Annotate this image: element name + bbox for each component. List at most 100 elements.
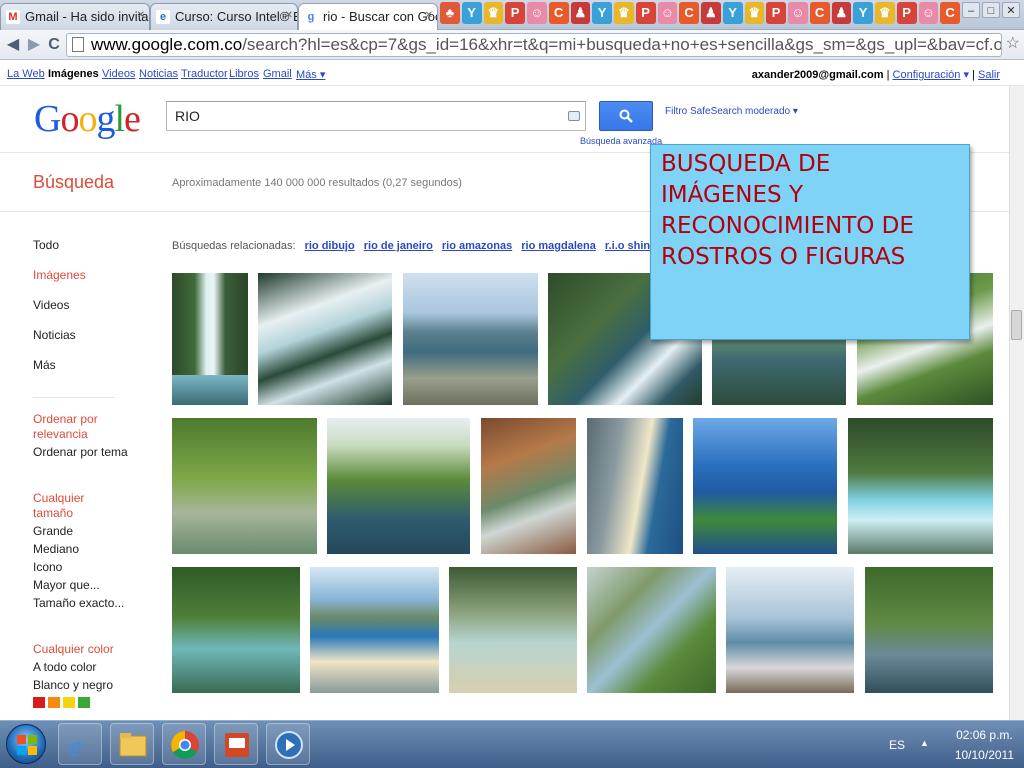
- image-result[interactable]: [310, 567, 439, 693]
- google-nav-bar: La Web Imágenes Videos Noticias Traducto…: [0, 61, 1024, 86]
- search-button[interactable]: [599, 101, 653, 131]
- related-link[interactable]: rio magdalena: [521, 240, 596, 252]
- settings-arrow-icon[interactable]: ▾: [963, 69, 969, 81]
- sidebar-item-all[interactable]: Todo: [33, 238, 59, 252]
- size-filter-header[interactable]: Cualquier tamaño: [33, 491, 93, 521]
- settings-link[interactable]: Configuración: [893, 69, 961, 81]
- image-result[interactable]: [848, 418, 993, 554]
- internet-explorer-icon[interactable]: e: [58, 723, 102, 765]
- size-larger-than[interactable]: Mayor que...: [33, 578, 100, 592]
- close-icon[interactable]: ✕: [285, 10, 293, 21]
- sidebar-item-news[interactable]: Noticias: [33, 328, 76, 342]
- image-result[interactable]: [172, 273, 248, 405]
- baby-icon: ☺: [527, 2, 547, 24]
- reload-icon[interactable]: C: [44, 34, 64, 56]
- maximize-icon[interactable]: □: [982, 2, 1000, 18]
- related-link[interactable]: rio dibujo: [305, 240, 355, 252]
- color-bw[interactable]: Blanco y negro: [33, 678, 113, 692]
- sidebar-item-more[interactable]: Más: [33, 358, 56, 372]
- color-swatch[interactable]: [33, 697, 45, 708]
- address-input[interactable]: www.google.com.co/search?hl=es&cp=7&gs_i…: [66, 33, 1002, 57]
- sidebar-item-images[interactable]: Imágenes: [33, 268, 86, 282]
- image-result[interactable]: [726, 567, 854, 693]
- window-controls: – □ ✕: [962, 2, 1020, 18]
- bookmark-star-icon[interactable]: ☆: [1006, 33, 1020, 53]
- language-indicator[interactable]: ES: [889, 738, 905, 752]
- vertical-scrollbar[interactable]: [1009, 86, 1024, 720]
- letter-c-icon: C: [940, 2, 960, 24]
- annotation-line: RECONOCIMIENTO DE: [661, 213, 914, 239]
- sidebar-item-videos[interactable]: Videos: [33, 298, 69, 312]
- screen: M Gmail - Ha sido invita ✕ e Curso: Curs…: [0, 0, 1024, 768]
- media-player-icon[interactable]: [266, 723, 310, 765]
- google-logo[interactable]: Google: [34, 97, 141, 141]
- trophy-icon: ♛: [744, 2, 765, 24]
- related-searches: Búsquedas relacionadas: rio dibujo rio d…: [172, 240, 673, 252]
- tab-curso-intel[interactable]: e Curso: Curso Intel® Es ✕: [150, 3, 298, 30]
- image-result[interactable]: [327, 418, 470, 554]
- safesearch-dropdown[interactable]: Filtro SafeSearch moderado ▾: [665, 106, 798, 117]
- image-result[interactable]: [481, 418, 576, 554]
- tray-arrow-icon[interactable]: ▲: [920, 738, 929, 748]
- tab-gmail[interactable]: M Gmail - Ha sido invita ✕: [0, 3, 150, 30]
- tab-label: Gmail - Ha sido invita: [25, 9, 149, 24]
- related-link[interactable]: rio amazonas: [442, 240, 512, 252]
- gbar-link-more[interactable]: Más ▾: [296, 68, 325, 81]
- annotation-line: BUSQUEDA DE: [661, 151, 831, 177]
- image-result[interactable]: [172, 418, 317, 554]
- size-icon[interactable]: Icono: [33, 560, 62, 574]
- image-result[interactable]: [865, 567, 993, 693]
- sidebar-divider: [33, 397, 115, 398]
- search-input[interactable]: RIO: [166, 101, 586, 131]
- color-swatch[interactable]: [78, 697, 90, 708]
- image-result[interactable]: [172, 567, 300, 693]
- scrollbar-thumb[interactable]: [1011, 310, 1022, 340]
- minimize-icon[interactable]: –: [962, 2, 980, 18]
- image-result[interactable]: [449, 567, 577, 693]
- letter-c-icon: C: [548, 2, 569, 24]
- gbar-link-images[interactable]: Imágenes: [48, 68, 99, 80]
- image-result[interactable]: [403, 273, 538, 405]
- gmail-icon: M: [6, 10, 20, 24]
- size-exact[interactable]: Tamaño exacto...: [33, 596, 124, 610]
- image-result[interactable]: [258, 273, 392, 405]
- clock[interactable]: 02:06 p.m. 10/10/2011: [955, 728, 1014, 762]
- sort-relevance-header[interactable]: Ordenar por relevancia: [33, 412, 105, 442]
- gbar-link-gmail[interactable]: Gmail: [263, 68, 292, 80]
- color-swatch[interactable]: [48, 697, 60, 708]
- letter-c-icon: C: [809, 2, 830, 24]
- size-large[interactable]: Grande: [33, 524, 73, 538]
- page-icon: [72, 37, 84, 52]
- windows-start-icon[interactable]: [6, 724, 46, 764]
- image-result[interactable]: [587, 418, 683, 554]
- image-result[interactable]: [587, 567, 716, 693]
- chrome-icon[interactable]: [162, 723, 206, 765]
- file-explorer-icon[interactable]: [110, 723, 154, 765]
- gbar-link-translate[interactable]: Traductor: [181, 68, 228, 80]
- color-filter-header[interactable]: Cualquier color: [33, 642, 114, 656]
- close-icon[interactable]: ✕: [425, 10, 433, 21]
- google-icon: g: [304, 10, 318, 24]
- baby-icon: ☺: [657, 2, 678, 24]
- forward-icon[interactable]: ▶: [24, 34, 44, 56]
- size-medium[interactable]: Mediano: [33, 542, 79, 556]
- trophy-icon: ♛: [483, 2, 504, 24]
- related-link[interactable]: rio de janeiro: [364, 240, 433, 252]
- gbar-link-web[interactable]: La Web: [7, 68, 45, 80]
- tab-rio-search[interactable]: g rio - Buscar con Goog ✕: [298, 3, 438, 31]
- close-window-icon[interactable]: ✕: [1002, 2, 1020, 18]
- powerpoint-icon[interactable]: [214, 723, 258, 765]
- close-icon[interactable]: ✕: [137, 10, 145, 21]
- media-player-logo-icon: [275, 731, 303, 759]
- gbar-link-books[interactable]: Libros: [229, 68, 259, 80]
- keyboard-icon[interactable]: [568, 111, 580, 121]
- signout-link[interactable]: Salir: [978, 69, 1000, 81]
- gbar-link-news[interactable]: Noticias: [139, 68, 178, 80]
- gbar-link-videos[interactable]: Videos: [102, 68, 135, 80]
- back-icon[interactable]: ◀: [3, 34, 23, 56]
- logo-letter: l: [114, 98, 125, 140]
- color-full[interactable]: A todo color: [33, 660, 96, 674]
- image-result[interactable]: [693, 418, 837, 554]
- color-swatch[interactable]: [63, 697, 75, 708]
- sort-by-topic-option[interactable]: Ordenar por tema: [33, 445, 128, 459]
